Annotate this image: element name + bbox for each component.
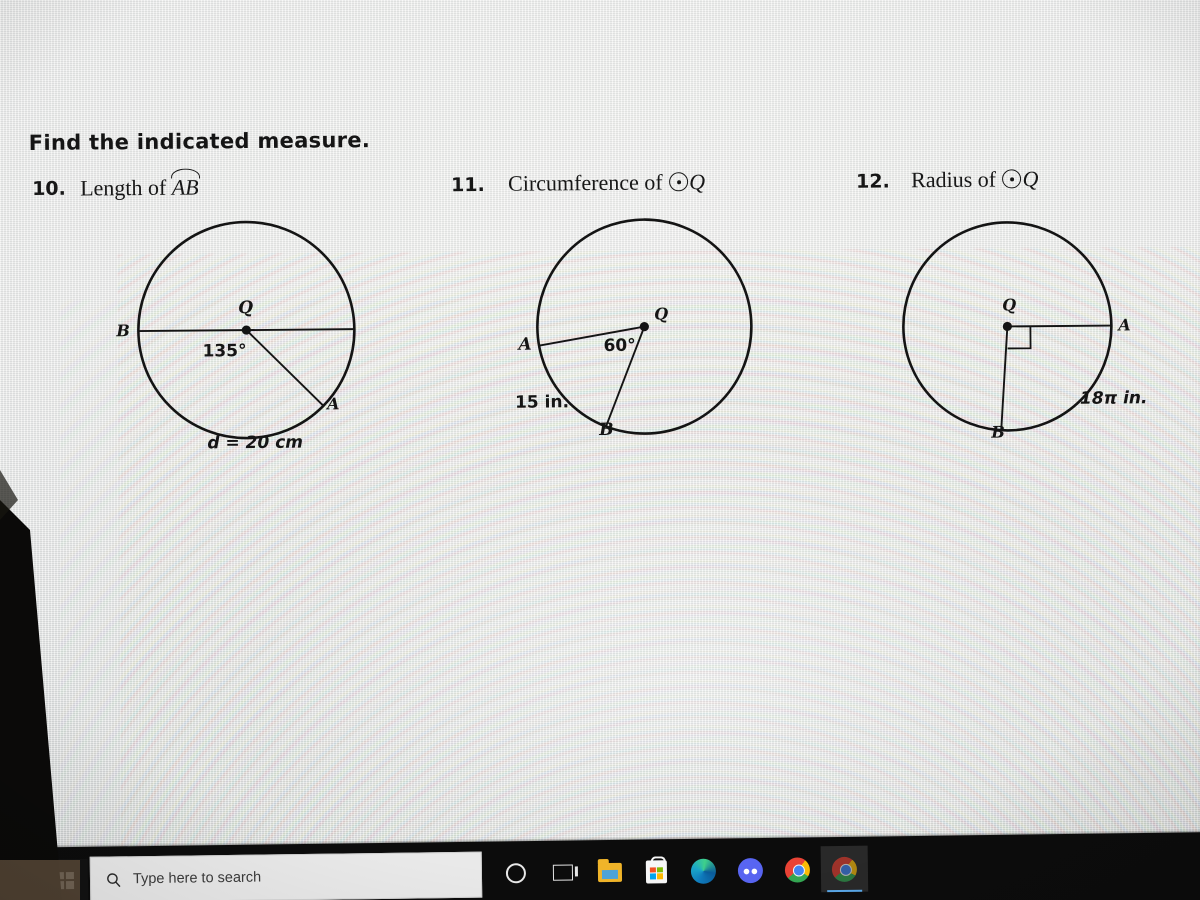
taskbar-search-box[interactable]: Type here to search	[89, 851, 483, 900]
screenshot-root: Find the indicated measure. 10. Length o…	[0, 0, 1200, 900]
taskbar-item-google-chrome[interactable]	[774, 846, 822, 893]
microsoft-store-icon	[645, 859, 668, 884]
point-label-a-12: A	[1118, 315, 1131, 335]
google-chrome-window-icon	[831, 856, 858, 882]
google-chrome-icon	[784, 856, 811, 883]
taskbar-item-cortana[interactable]	[492, 850, 540, 897]
center-point-q-12	[1002, 321, 1012, 332]
task-view-icon	[552, 864, 573, 881]
file-explorer-icon	[597, 862, 622, 882]
search-icon	[107, 872, 121, 887]
taskbar-item-discord[interactable]: ●●	[727, 847, 775, 894]
point-label-b-12: B	[991, 422, 1005, 442]
measure-label-12: 18π in.	[1079, 388, 1148, 409]
search-placeholder-text: Type here to search	[132, 869, 262, 888]
desk-surface-corner	[0, 860, 80, 900]
taskbar-item-microsoft-edge[interactable]	[680, 847, 728, 894]
cortana-icon	[505, 863, 526, 884]
radius-qa-12	[1007, 324, 1112, 328]
taskbar-item-task-view[interactable]	[539, 849, 587, 896]
taskbar-icon-strip: ●●	[492, 845, 869, 897]
taskbar-item-file-explorer[interactable]	[586, 849, 634, 896]
taskbar-item-google-chrome-window[interactable]	[820, 845, 869, 893]
microsoft-edge-icon	[690, 858, 717, 884]
worksheet-document: Find the indicated measure. 10. Length o…	[0, 0, 1200, 865]
radius-qb-12	[1000, 326, 1009, 430]
discord-icon: ●●	[737, 857, 764, 883]
right-angle-mark-12	[1007, 326, 1032, 350]
problem-12-figure	[902, 221, 1113, 432]
taskbar-item-microsoft-store[interactable]	[633, 848, 681, 895]
center-label-q-12: Q	[1002, 295, 1017, 315]
